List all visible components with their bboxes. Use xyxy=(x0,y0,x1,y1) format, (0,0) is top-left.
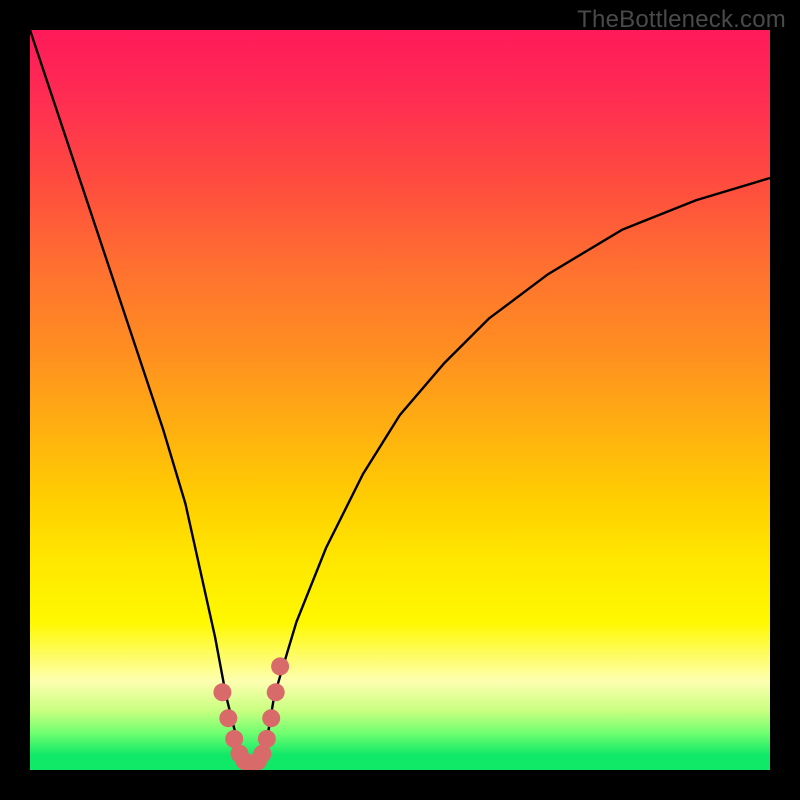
chart-frame: TheBottleneck.com xyxy=(0,0,800,800)
chart-svg xyxy=(30,30,770,770)
marker-dot xyxy=(267,683,285,701)
marker-dot xyxy=(262,709,280,727)
watermark-text: TheBottleneck.com xyxy=(577,6,786,34)
marker-dot xyxy=(213,683,231,701)
highlight-markers xyxy=(213,657,289,770)
marker-dot xyxy=(258,730,276,748)
marker-dot xyxy=(219,709,237,727)
marker-dot xyxy=(271,657,289,675)
plot-area xyxy=(30,30,770,770)
bottleneck-curve xyxy=(30,30,770,770)
